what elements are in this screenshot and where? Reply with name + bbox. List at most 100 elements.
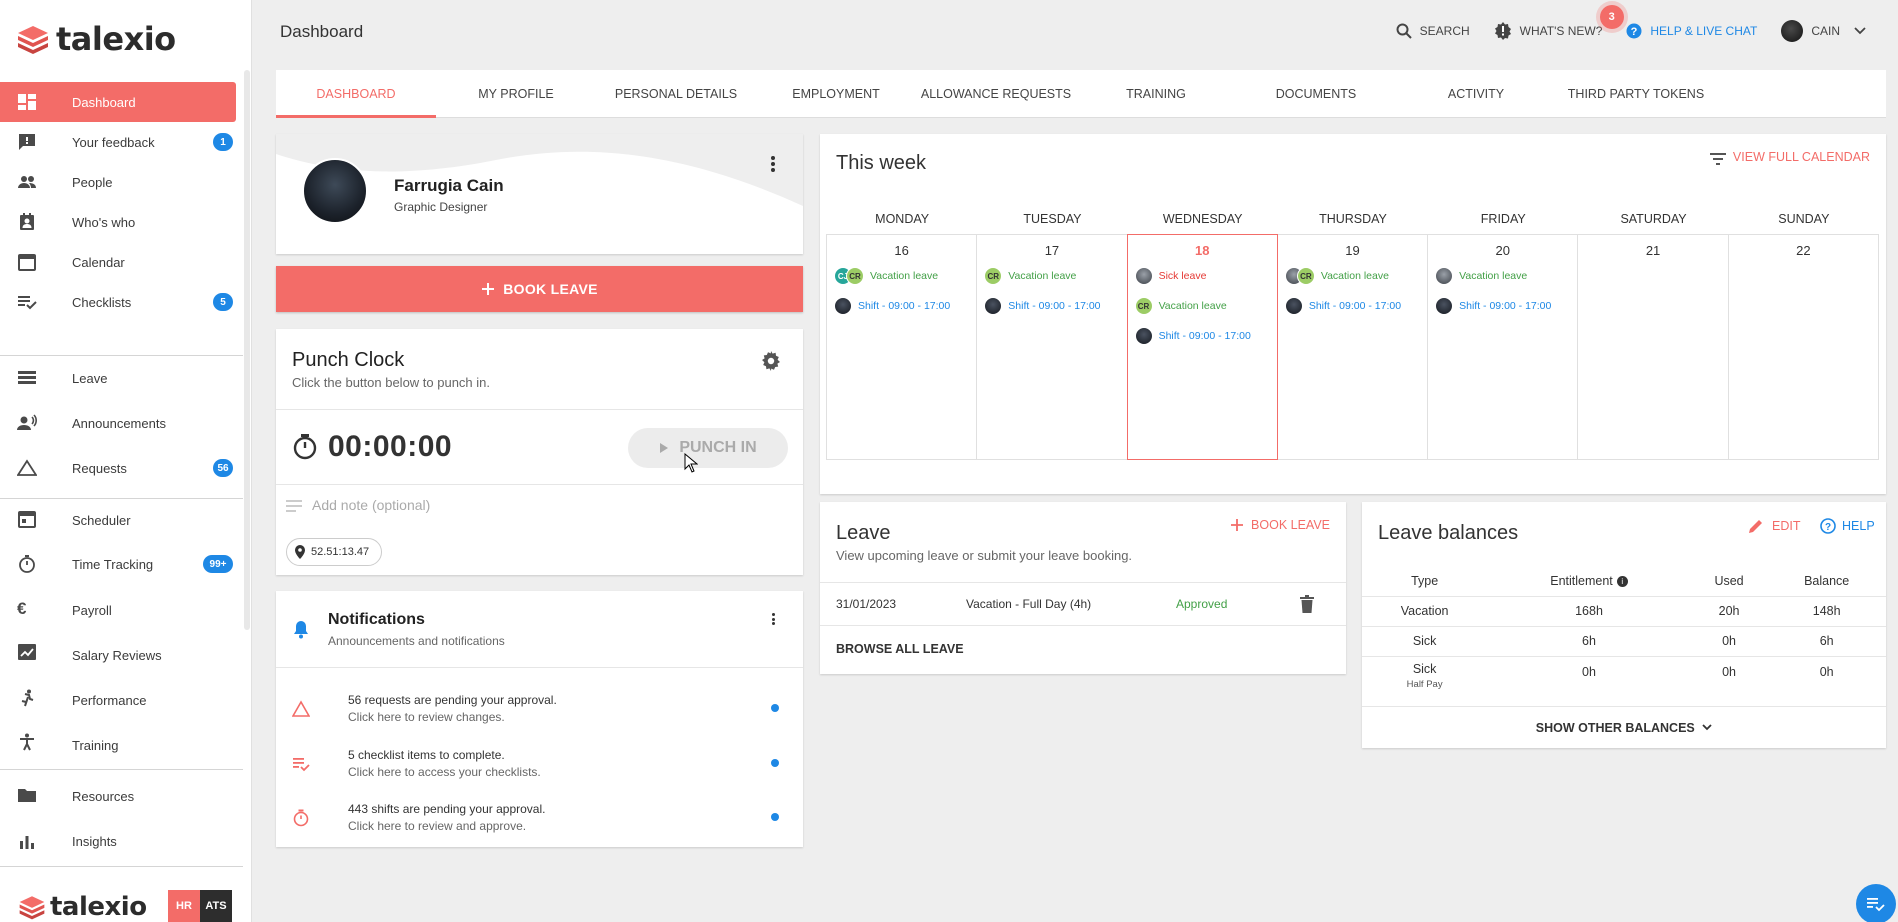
- calendar-event-vacation[interactable]: CR Vacation leave: [977, 261, 1126, 291]
- product-switcher[interactable]: HR ATS: [168, 890, 232, 922]
- tab-my-profile[interactable]: MY PROFILE: [436, 70, 596, 117]
- mouse-cursor-icon: [684, 453, 698, 473]
- help-icon: ?: [1626, 23, 1642, 39]
- tab-activity[interactable]: ACTIVITY: [1396, 70, 1556, 117]
- note-input[interactable]: [312, 493, 772, 517]
- day-cell[interactable]: 21: [1577, 234, 1729, 460]
- sidebar-item-time-tracking[interactable]: Time Tracking 99+: [0, 541, 243, 588]
- sidebar-item-checklists[interactable]: Checklists 5: [0, 282, 243, 322]
- calendar-event-vacation[interactable]: CR Vacation leave: [1278, 261, 1427, 291]
- book-leave-button[interactable]: BOOK LEAVE: [276, 266, 803, 312]
- gear-icon[interactable]: [761, 351, 781, 371]
- sidebar-item-scheduler[interactable]: Scheduler: [0, 499, 243, 541]
- day-cell[interactable]: 17 CR Vacation leave Shift - 09:00 - 17:…: [976, 234, 1128, 460]
- sidebar-item-insights[interactable]: Insights: [0, 817, 243, 865]
- sidebar-item-your-feedback[interactable]: Your feedback 1: [0, 122, 243, 162]
- edit-balances-button[interactable]: EDIT: [1748, 518, 1800, 534]
- warning-triangle-icon: [17, 459, 37, 476]
- punch-clock-card: Punch Clock Click the button below to pu…: [276, 329, 803, 575]
- trash-icon[interactable]: [1300, 595, 1314, 613]
- help-live-chat-button[interactable]: ? HELP & LIVE CHAT: [1626, 23, 1757, 39]
- punch-in-button[interactable]: PUNCH IN: [628, 428, 788, 468]
- bar-chart-icon: [20, 836, 34, 849]
- sidebar-item-whos-who[interactable]: Who's who: [0, 202, 243, 242]
- event-label: Shift - 09:00 - 17:00: [1308, 300, 1402, 312]
- sidebar-item-performance[interactable]: Performance: [0, 678, 243, 722]
- day-cell[interactable]: 22: [1727, 234, 1879, 460]
- day-cell[interactable]: 20 Vacation leave Shift - 09:00 - 17:00: [1427, 234, 1579, 460]
- calendar-event-vacation[interactable]: CJ CR Vacation leave: [827, 261, 976, 291]
- dashboard-icon: [18, 94, 36, 110]
- show-other-balances-button[interactable]: SHOW OTHER BALANCES: [1362, 706, 1886, 735]
- sidebar-divider: [0, 769, 243, 770]
- brand-name: talexio: [56, 20, 176, 58]
- user-avatar: [1781, 20, 1804, 42]
- sidebar-divider: [0, 355, 243, 356]
- stopwatch-icon: [293, 809, 309, 827]
- calendar-event-shift[interactable]: Shift - 09:00 - 17:00: [1428, 291, 1577, 321]
- chat-fab-button[interactable]: [1856, 884, 1896, 922]
- sidebar-scrollbar[interactable]: [244, 70, 250, 630]
- page-title: Dashboard: [280, 22, 364, 41]
- leave-book-button[interactable]: BOOK LEAVE: [1231, 518, 1330, 532]
- balances-help-button[interactable]: ? HELP: [1820, 518, 1875, 534]
- day-column-thursday: THURSDAY 19 CR Vacation leave Shift - 09…: [1276, 204, 1429, 460]
- help-label: HELP: [1842, 519, 1875, 533]
- tab-employment[interactable]: EMPLOYMENT: [756, 70, 916, 117]
- sidebar-item-salary-reviews[interactable]: Salary Reviews: [0, 632, 243, 678]
- footer-brand-name: talexio: [50, 892, 147, 922]
- calendar-event-vacation[interactable]: CR Vacation leave: [1128, 291, 1277, 321]
- search-button[interactable]: SEARCH: [1396, 23, 1470, 39]
- notification-item-shifts[interactable]: 443 shifts are pending your approval. Cl…: [276, 797, 803, 847]
- sidebar-item-resources[interactable]: Resources: [0, 775, 243, 817]
- notification-item-requests[interactable]: 56 requests are pending your approval. C…: [276, 688, 803, 738]
- browse-all-leave-link[interactable]: BROWSE ALL LEAVE: [836, 642, 964, 656]
- tab-allowance-requests[interactable]: ALLOWANCE REQUESTS: [916, 70, 1076, 117]
- day-cell[interactable]: 19 CR Vacation leave Shift - 09:00 - 17:…: [1276, 234, 1429, 460]
- info-icon[interactable]: i: [1616, 575, 1628, 587]
- calendar-event-shift[interactable]: Shift - 09:00 - 17:00: [977, 291, 1126, 321]
- calendar-event-sick[interactable]: Sick leave: [1128, 261, 1277, 291]
- profile-name: Farrugia Cain: [394, 176, 504, 195]
- sidebar-item-training[interactable]: Training: [0, 722, 243, 768]
- tab-third-party-tokens[interactable]: THIRD PARTY TOKENS: [1556, 70, 1716, 117]
- notes-icon: [286, 500, 302, 512]
- filter-icon[interactable]: [1708, 150, 1728, 168]
- event-label: Vacation leave: [870, 270, 939, 282]
- calendar-event-vacation[interactable]: Vacation leave: [1428, 261, 1577, 291]
- sidebar-item-requests[interactable]: Requests 56: [0, 448, 243, 488]
- sidebar-item-calendar[interactable]: Calendar: [0, 242, 243, 282]
- hr-product[interactable]: HR: [168, 890, 200, 922]
- notification-item-checklists[interactable]: 5 checklist items to complete. Click her…: [276, 743, 803, 793]
- location-chip[interactable]: 52.51:13.47: [286, 538, 383, 566]
- tab-training[interactable]: TRAINING: [1076, 70, 1236, 117]
- punch-clock-title: Punch Clock: [292, 349, 405, 371]
- tab-documents[interactable]: DOCUMENTS: [1236, 70, 1396, 117]
- whats-new-button[interactable]: WHAT'S NEW? 3: [1494, 5, 1624, 40]
- tab-personal-details[interactable]: PERSONAL DETAILS: [596, 70, 756, 117]
- leave-subtitle: View upcoming leave or submit your leave…: [836, 548, 1133, 563]
- day-cell-today[interactable]: 18 Sick leave CR Vacation leave Shift - …: [1126, 234, 1278, 460]
- calendar-event-shift[interactable]: Shift - 09:00 - 17:00: [827, 291, 976, 321]
- calendar-event-shift[interactable]: Shift - 09:00 - 17:00: [1278, 291, 1427, 321]
- sidebar-item-payroll[interactable]: € Payroll: [0, 588, 243, 632]
- calendar-event-shift[interactable]: Shift - 09:00 - 17:00: [1128, 321, 1277, 351]
- day-cell[interactable]: 16 CJ CR Vacation leave Shift - 09:00 - 1…: [826, 234, 978, 460]
- sidebar-item-announcements[interactable]: Announcements: [0, 403, 243, 443]
- view-full-calendar-link[interactable]: VIEW FULL CALENDAR: [1733, 150, 1870, 164]
- user-menu[interactable]: CAIN: [1781, 20, 1866, 42]
- ats-product[interactable]: ATS: [200, 890, 232, 922]
- event-label: Vacation leave: [1459, 270, 1528, 282]
- sidebar-item-people[interactable]: People: [0, 162, 243, 202]
- talexio-logo[interactable]: talexio: [16, 20, 176, 58]
- tab-dashboard[interactable]: DASHBOARD: [276, 70, 436, 118]
- sidebar-item-dashboard[interactable]: Dashboard: [0, 82, 236, 122]
- header-balance: Balance: [1804, 573, 1850, 588]
- profile-more-icon[interactable]: [771, 156, 775, 172]
- notifications-more-icon[interactable]: [772, 613, 775, 625]
- folder-icon: [18, 789, 36, 802]
- sidebar-item-leave[interactable]: Leave: [0, 358, 243, 398]
- leave-row[interactable]: 31/01/2023 Vacation - Full Day (4h) Appr…: [820, 582, 1346, 626]
- profile-avatar[interactable]: [302, 158, 368, 224]
- euro-icon: €: [17, 599, 27, 618]
